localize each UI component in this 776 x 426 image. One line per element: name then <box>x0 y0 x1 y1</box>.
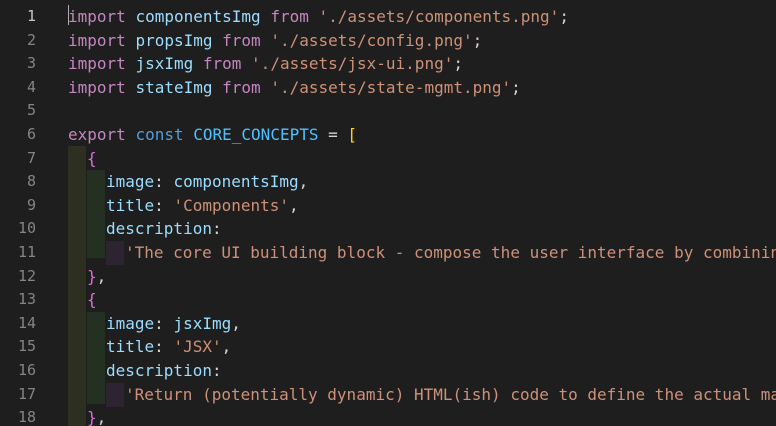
import-identifier: propsImg <box>135 30 213 50</box>
import-path: './assets/components.png' <box>318 7 560 26</box>
line-number-gutter: 1 2 3 4 5 6 7 8 9 10 11 12 13 14 15 16 1… <box>0 0 60 426</box>
property-key: image <box>106 313 155 333</box>
property-value: jsxImg <box>173 313 232 333</box>
colon: : <box>154 313 174 333</box>
keyword-import: import <box>68 7 126 26</box>
code-line: import stateImg from './assets/state-mgm… <box>68 76 521 100</box>
line-number: 3 <box>26 54 36 73</box>
comma: , <box>96 266 107 286</box>
colon: : <box>211 361 222 380</box>
keyword-import: import <box>68 77 126 97</box>
comma: , <box>231 313 241 333</box>
line-number: 1 <box>26 7 36 25</box>
semicolon: ; <box>453 54 463 74</box>
comma: , <box>221 337 232 357</box>
code-line: title: 'JSX', <box>106 335 231 359</box>
semicolon: ; <box>472 30 483 50</box>
colon: : <box>154 337 174 357</box>
keyword-from: from <box>222 77 261 97</box>
line-number: 9 <box>26 195 36 214</box>
property-key: image <box>106 172 155 192</box>
comma: , <box>289 195 299 215</box>
open-brace: { <box>87 290 97 310</box>
property-key: title <box>106 337 155 357</box>
code-area[interactable]: import componentsImg from './assets/comp… <box>68 0 776 426</box>
line-number: 16 <box>17 361 36 379</box>
line-number: 14 <box>17 313 36 332</box>
code-line: 'Return (potentially dynamic) HTML(ish) … <box>125 383 776 407</box>
import-identifier: stateImg <box>135 77 213 97</box>
code-line: title: 'Components', <box>106 194 299 218</box>
comma: , <box>298 172 309 192</box>
semicolon: ; <box>559 7 569 26</box>
keyword-import: import <box>68 30 126 50</box>
string-value: 'The core UI building block - compose th… <box>125 243 776 262</box>
comma: , <box>96 408 107 426</box>
string-value: 'Return (potentially dynamic) HTML(ish) … <box>125 384 776 404</box>
colon: : <box>154 195 174 215</box>
assign-operator: = <box>318 125 348 144</box>
code-line: description: <box>106 359 222 383</box>
line-number: 15 <box>17 337 36 356</box>
line-number: 18 <box>17 408 36 426</box>
code-line: import componentsImg from './assets/comp… <box>68 5 569 29</box>
code-line: { <box>87 288 97 312</box>
line-number: 8 <box>26 172 36 191</box>
code-line: }, <box>87 265 106 289</box>
line-number: 7 <box>26 148 36 167</box>
property-key: description <box>106 361 212 380</box>
code-line: image: componentsImg, <box>106 170 308 194</box>
close-brace: } <box>87 408 97 426</box>
code-line: 'The core UI building block - compose th… <box>125 241 776 265</box>
code-line: image: jsxImg, <box>106 312 241 336</box>
open-brace: { <box>87 148 97 168</box>
line-number: 2 <box>26 30 36 49</box>
code-line: export const CORE_CONCEPTS = [ <box>68 123 357 147</box>
keyword-from: from <box>270 7 309 26</box>
constant-name: CORE_CONCEPTS <box>193 125 319 144</box>
code-line: description: <box>106 217 222 241</box>
keyword-from: from <box>202 54 242 74</box>
property-key: title <box>106 195 155 215</box>
property-key: description <box>106 219 212 239</box>
colon: : <box>154 172 174 192</box>
import-path: './assets/jsx-ui.png' <box>251 54 454 74</box>
line-number: 11 <box>17 243 36 261</box>
import-path: './assets/config.png' <box>270 30 473 50</box>
keyword-from: from <box>222 30 261 50</box>
colon: : <box>211 219 222 239</box>
line-number: 5 <box>26 101 36 120</box>
keyword-const: const <box>135 125 184 144</box>
code-editor[interactable]: 1 2 3 4 5 6 7 8 9 10 11 12 13 14 15 16 1… <box>0 0 776 426</box>
import-identifier: componentsImg <box>135 7 261 26</box>
line-number: 12 <box>17 266 36 285</box>
import-identifier: jsxImg <box>135 54 194 74</box>
semicolon: ; <box>511 77 521 97</box>
property-value: componentsImg <box>173 172 299 192</box>
code-line: }, <box>87 406 106 426</box>
code-line: { <box>87 147 97 171</box>
line-number: 10 <box>17 219 36 238</box>
code-line: import propsImg from './assets/config.pn… <box>68 29 482 53</box>
line-number: 17 <box>17 384 36 403</box>
keyword-export: export <box>68 125 126 144</box>
string-value: 'JSX' <box>173 337 222 357</box>
keyword-import: import <box>68 54 126 74</box>
text-cursor <box>68 5 69 25</box>
string-value: 'Components' <box>173 195 290 215</box>
import-path: './assets/state-mgmt.png' <box>270 77 512 97</box>
open-bracket: [ <box>347 125 358 144</box>
code-line: import jsxImg from './assets/jsx-ui.png'… <box>68 52 463 76</box>
line-number: 4 <box>26 77 36 96</box>
line-number: 13 <box>17 290 36 309</box>
line-number: 6 <box>26 125 36 143</box>
close-brace: } <box>87 266 97 286</box>
